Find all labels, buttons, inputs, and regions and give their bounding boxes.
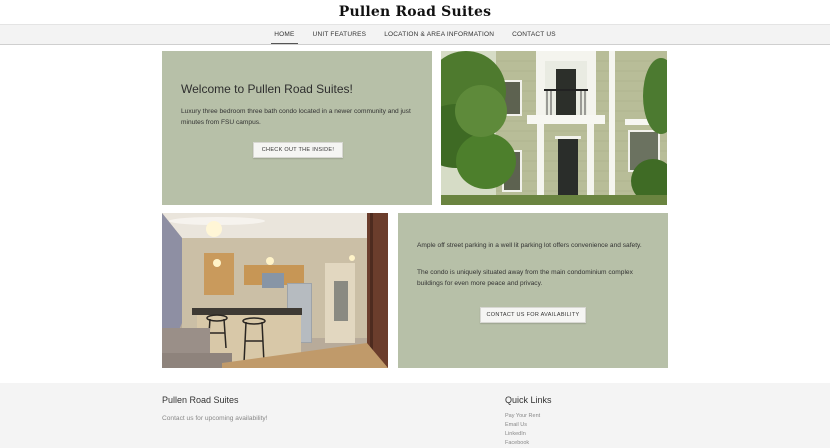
privacy-text: The condo is uniquely situated away from… [417,269,633,287]
link-facebook[interactable]: Facebook [505,439,540,448]
parking-panel: Ample off street parking in a well lit p… [398,213,668,368]
contact-availability-button[interactable]: CONTACT US FOR AVAILABILITY [480,307,586,323]
check-out-inside-button[interactable]: CHECK OUT THE INSIDE! [253,142,343,158]
quick-links-list: Pay Your Rent Email Us LinkedIn Facebook [505,412,540,448]
link-linkedin[interactable]: LinkedIn [505,430,540,439]
nav-unit-features[interactable]: UNIT FEATURES [304,25,376,44]
main-nav: HOME UNIT FEATURES LOCATION & AREA INFOR… [0,24,830,45]
parking-text: Ample off street parking in a well lit p… [417,242,642,249]
welcome-heading: Welcome to Pullen Road Suites! [181,82,353,96]
nav-location-info[interactable]: LOCATION & AREA INFORMATION [375,25,503,44]
house-exterior-image [441,51,667,205]
nav-contact-us[interactable]: CONTACT US [503,25,565,44]
nav-home[interactable]: HOME [265,25,303,44]
welcome-text: Luxury three bedroom three bath condo lo… [181,108,411,126]
footer-subtitle: Contact us for upcoming availability! [162,415,268,422]
welcome-panel: Welcome to Pullen Road Suites! Luxury th… [162,51,432,205]
kitchen-interior-image [162,213,388,368]
site-footer: Pullen Road Suites Contact us for upcomi… [0,383,830,448]
footer-title: Pullen Road Suites [162,395,239,405]
link-pay-rent[interactable]: Pay Your Rent [505,412,540,421]
site-title[interactable]: Pullen Road Suites [0,0,830,24]
site-header: Pullen Road Suites HOME UNIT FEATURES LO… [0,0,830,45]
quick-links-title: Quick Links [505,395,552,405]
link-email-us[interactable]: Email Us [505,421,540,430]
